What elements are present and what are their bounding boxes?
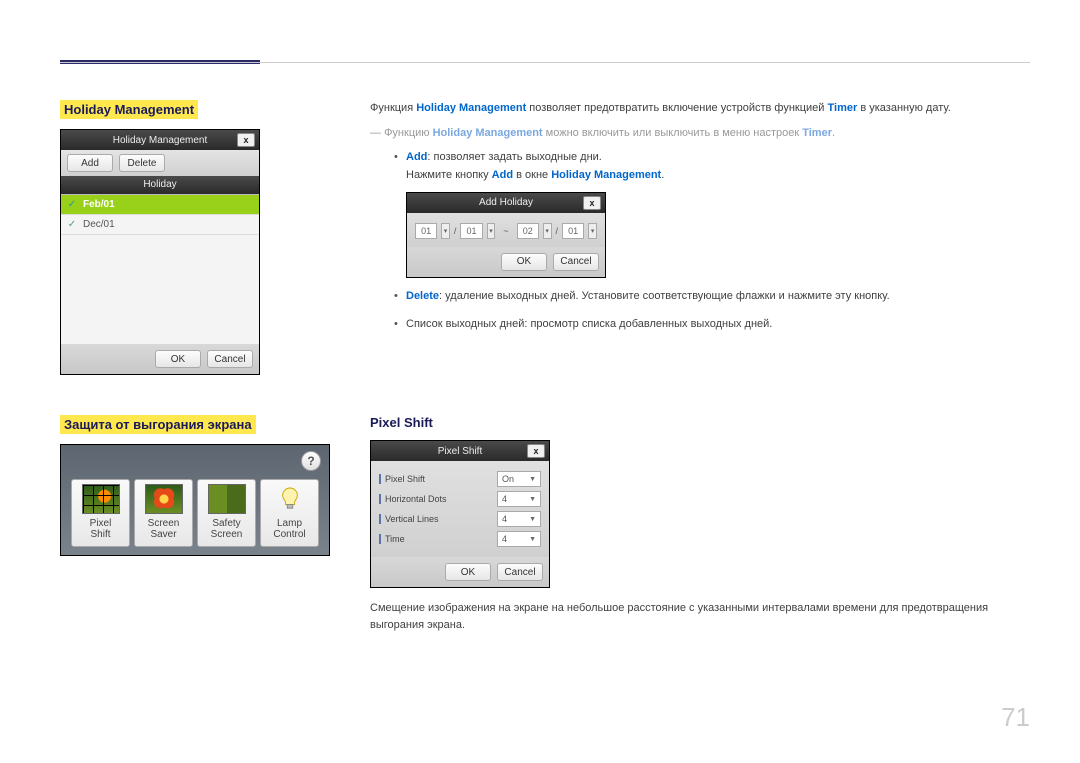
stepper-icon[interactable]: ▾	[588, 223, 597, 239]
sp-label-l2: Screen	[200, 529, 253, 540]
cancel-button[interactable]: Cancel	[207, 350, 253, 368]
toolbar-item-safety-screen[interactable]: Safety Screen	[197, 479, 256, 547]
para-pixel-shift-desc: Смещение изображения на экране на неболь…	[370, 600, 1030, 633]
ps-title-text: Pixel Shift	[438, 446, 482, 457]
ps-row-pixel-shift: Pixel Shift On▼	[379, 469, 541, 489]
month-from-input[interactable]: 01	[415, 223, 437, 239]
row-accent-icon	[379, 494, 381, 504]
safety-screen-thumb-icon	[208, 484, 246, 514]
bullet-list-holidays: Список выходных дней: просмотр списка до…	[394, 316, 1030, 334]
help-icon[interactable]: ?	[301, 451, 321, 471]
section-title-burnin: Защита от выгорания экрана	[60, 415, 256, 434]
stepper-icon[interactable]: ▾	[441, 223, 450, 239]
row-accent-icon	[379, 534, 381, 544]
horizontal-dots-select[interactable]: 4▼	[497, 491, 541, 507]
holiday-date: Feb/01	[83, 199, 115, 210]
chevron-down-icon: ▼	[529, 536, 536, 543]
ok-button[interactable]: OK	[445, 563, 491, 581]
screen-protection-toolbar: ? Pixel Shift Screen Saver	[60, 444, 330, 556]
vertical-lines-select[interactable]: 4▼	[497, 511, 541, 527]
para-holiday-intro: Функция Holiday Management позволяет пре…	[370, 100, 1030, 117]
stepper-icon[interactable]: ▾	[543, 223, 552, 239]
hm-titlebar: Holiday Management x	[61, 130, 259, 150]
ps-row-vertical: Vertical Lines 4▼	[379, 509, 541, 529]
checkmark-icon: ✓	[61, 199, 83, 210]
chevron-down-icon: ▼	[529, 516, 536, 523]
checkmark-icon: ✓	[61, 219, 83, 230]
ok-button[interactable]: OK	[155, 350, 201, 368]
pixel-shift-select[interactable]: On▼	[497, 471, 541, 487]
month-to-input[interactable]: 02	[517, 223, 539, 239]
hm-toolbar: Add Delete	[61, 150, 259, 176]
toolbar-item-lamp-control[interactable]: Lamp Control	[260, 479, 319, 547]
stepper-icon[interactable]: ▾	[487, 223, 496, 239]
ps-footer: OK Cancel	[371, 557, 549, 587]
row-accent-icon	[379, 474, 381, 484]
page-number: 71	[1001, 702, 1030, 733]
holiday-date: Dec/01	[83, 219, 115, 230]
ps-row-time: Time 4▼	[379, 529, 541, 549]
close-icon[interactable]: x	[583, 196, 601, 210]
section-title-holiday: Holiday Management	[60, 100, 198, 119]
day-to-input[interactable]: 01	[562, 223, 584, 239]
sp-label-l2: Saver	[137, 529, 190, 540]
hm-holiday-list: ✓ Feb/01 ✓ Dec/01	[61, 194, 259, 344]
slash: /	[556, 224, 559, 238]
chevron-down-icon: ▼	[529, 476, 536, 483]
hm-title-text: Holiday Management	[113, 135, 208, 146]
day-from-input[interactable]: 01	[460, 223, 482, 239]
cancel-button[interactable]: Cancel	[553, 253, 599, 271]
subsection-title-pixel-shift: Pixel Shift	[370, 415, 1030, 430]
cancel-button[interactable]: Cancel	[497, 563, 543, 581]
close-icon[interactable]: x	[527, 444, 545, 458]
add-holiday-window: Add Holiday x 01 ▾ / 01 ▾	[406, 192, 606, 278]
close-icon[interactable]: x	[237, 133, 255, 147]
slash: /	[454, 224, 457, 238]
ah-footer: OK Cancel	[407, 247, 605, 277]
sp-label-l1: Screen	[137, 518, 190, 529]
ps-row-horizontal: Horizontal Dots 4▼	[379, 489, 541, 509]
screen-saver-thumb-icon	[145, 484, 183, 514]
hm-footer: OK Cancel	[61, 344, 259, 374]
row-accent-icon	[379, 514, 381, 524]
bullet-add: Add: позволяет задать выходные дни. Нажм…	[394, 149, 1030, 278]
ah-titlebar: Add Holiday x	[407, 193, 605, 213]
note-holiday-toggle: ― Функцию Holiday Management можно включ…	[370, 125, 1030, 142]
pixel-shift-window: Pixel Shift x Pixel Shift On▼ Horizontal…	[370, 440, 550, 588]
time-select[interactable]: 4▼	[497, 531, 541, 547]
list-item[interactable]: ✓ Feb/01	[61, 195, 259, 215]
bulb-icon	[271, 484, 309, 514]
ah-date-range: 01 ▾ / 01 ▾ ~ 02 ▾ /	[415, 223, 597, 239]
sp-label-l1: Lamp	[263, 518, 316, 529]
add-button[interactable]: Add	[67, 154, 113, 172]
ah-title-text: Add Holiday	[479, 195, 533, 211]
chevron-down-icon: ▼	[529, 496, 536, 503]
delete-button[interactable]: Delete	[119, 154, 165, 172]
list-item[interactable]: ✓ Dec/01	[61, 215, 259, 235]
sp-label-l1: Pixel	[74, 518, 127, 529]
bullet-delete: Delete: удаление выходных дней. Установи…	[394, 288, 1030, 306]
header-divider	[60, 62, 1030, 63]
sp-label-l2: Shift	[74, 529, 127, 540]
sp-label-l1: Safety	[200, 518, 253, 529]
sp-label-l2: Control	[263, 529, 316, 540]
hm-column-header: Holiday	[61, 176, 259, 194]
pixel-shift-thumb-icon	[82, 484, 120, 514]
range-separator: ~	[503, 224, 508, 238]
holiday-management-window: Holiday Management x Add Delete Holiday …	[60, 129, 260, 375]
ok-button[interactable]: OK	[501, 253, 547, 271]
ps-titlebar: Pixel Shift x	[371, 441, 549, 461]
toolbar-item-screen-saver[interactable]: Screen Saver	[134, 479, 193, 547]
toolbar-item-pixel-shift[interactable]: Pixel Shift	[71, 479, 130, 547]
